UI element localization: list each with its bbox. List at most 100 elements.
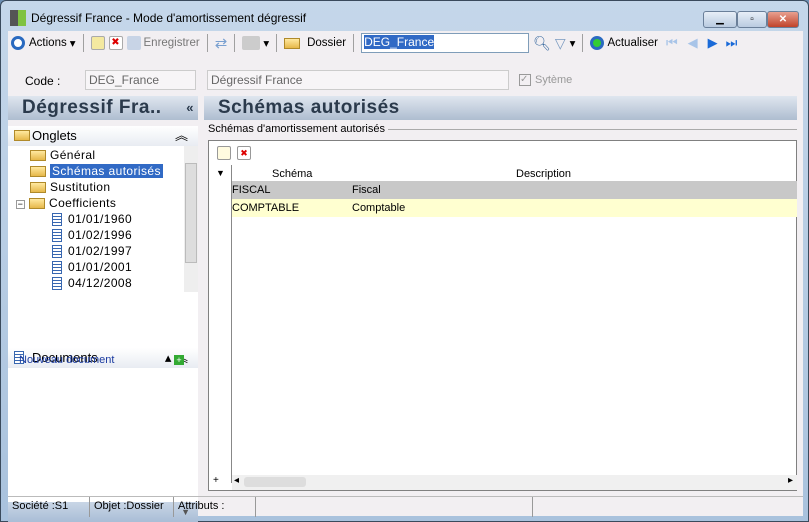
toolbar: Actions ▾ ✖ Enregistrer ⇄ ▾ Dossier DEG_F… [8,31,803,55]
tree-label: Coefficients [49,196,117,210]
resize-grip[interactable] [533,497,803,517]
filter-dropdown[interactable]: ▾ [570,36,576,50]
search-input[interactable]: DEG_France [361,33,530,53]
column-header-schema[interactable]: Schéma [272,168,312,180]
scroll-left-icon[interactable]: ◂ [234,475,239,486]
tree-label: Schémas autorisés [50,164,163,178]
separator [234,34,236,52]
print-button[interactable]: ▾ [242,36,269,50]
tree-item-schemas[interactable]: Schémas autorisés [30,163,163,179]
printer-icon [242,36,261,50]
tree-item-date[interactable]: 01/01/2001 [52,259,132,275]
code-field[interactable]: DEG_France [85,70,196,90]
actions-label: Actions [29,37,67,49]
add-row-icon[interactable] [217,146,231,160]
refresh-button[interactable]: Actualiser [590,36,658,50]
tree-label: Sustitution [50,180,111,194]
save-button[interactable]: Enregistrer [126,36,200,50]
folder-icon [29,198,45,210]
tree-label: 01/02/1996 [68,228,133,242]
status-attributs: Attributs : [174,497,256,517]
window-title: Dégressif France - Mode d'amortissement … [31,11,307,25]
window: Dégressif France - Mode d'amortissement … [0,0,809,522]
document-icon [52,277,62,291]
tree-scrollbar[interactable] [184,146,198,292]
tree-item-date[interactable]: 01/02/1997 [52,243,132,259]
cell-description: Fiscal [352,184,381,196]
left-header-title: Dégressif Fra.. [22,97,162,118]
new-document-link[interactable]: Nouveau document [19,354,114,366]
cell-schema: FISCAL [232,184,271,196]
new-icon[interactable] [90,36,105,50]
folder-icon [30,150,46,162]
tree-label: 01/01/1960 [68,212,133,226]
tree-item-date[interactable]: 01/01/1960 [52,211,132,227]
delete-icon[interactable]: ✖ [108,36,123,50]
save-icon [126,36,141,50]
tabs-tree: Général Schémas autorisés Sustitution − C… [8,146,198,311]
folder-open-icon [30,166,46,178]
checkbox-icon: ✓ [519,74,531,86]
name-field[interactable]: Dégressif France [207,70,509,90]
tree-item-date[interactable]: 01/02/1996 [52,227,132,243]
code-label: Code : [25,74,61,88]
table-row[interactable]: FISCAL Fiscal [232,181,797,199]
tree-item-date[interactable]: 04/12/2008 [52,275,132,291]
tree-label: 04/12/2008 [68,276,133,290]
delete-row-icon[interactable]: ✖ [237,146,251,160]
row-selector-dropdown[interactable]: ▼ [216,168,225,178]
separator [206,34,208,52]
folder-icon [284,37,301,49]
column-header-description[interactable]: Description [516,168,571,180]
scrollbar-thumb[interactable] [244,477,306,487]
status-bar: Société :S1 Objet :Dossier Attributs : [8,496,803,517]
system-checkbox[interactable]: ✓ Sytème [519,74,572,86]
previous-record-icon[interactable]: ◀ [688,35,698,51]
actions-menu[interactable]: Actions ▾ [29,36,76,50]
collapse-section-icon[interactable]: ︽ [175,126,188,146]
save-label: Enregistrer [143,37,200,49]
table-row[interactable]: COMPTABLE Comptable [232,199,797,217]
filter-icon[interactable]: ▽ [555,35,566,52]
horizontal-scrollbar[interactable]: + ◂ ▸ [213,475,797,490]
status-objet: Objet :Dossier [90,497,174,517]
document-icon [52,229,62,243]
tree-item-coefficients[interactable]: − Coefficients [16,195,116,211]
client-area: Actions ▾ ✖ Enregistrer ⇄ ▾ Dossier DEG_F… [8,31,803,522]
tree-label: Général [50,148,96,162]
separator [82,34,84,52]
folder-label: Dossier [307,37,347,49]
folder-button[interactable]: Dossier [284,37,346,49]
tree-label: 01/02/1997 [68,244,133,258]
divider [387,128,797,130]
status-societe: Société :S1 [8,497,90,517]
maximize-button[interactable]: ▫ [737,11,767,28]
target-icon[interactable] [11,36,25,50]
add-icon[interactable]: + [174,355,184,365]
separator [582,34,584,52]
tree-label: 01/01/2001 [68,260,133,274]
left-panel-header: Dégressif Fra.. « [8,96,198,120]
tree-item-substitution[interactable]: Sustitution [30,179,110,195]
schemas-grid: ✖ ▼ Schéma Description FISCAL Fiscal COMP… [208,140,797,491]
minimize-button[interactable]: ▁ [703,11,737,28]
next-record-icon[interactable]: ▶ [708,35,718,51]
document-icon [52,245,62,259]
tabs-section-header[interactable]: Onglets ︽ [8,126,198,146]
scroll-right-icon[interactable]: ▸ [788,475,793,486]
first-record-icon[interactable]: ⏮ [666,35,678,51]
close-button[interactable]: ✕ [767,11,799,28]
folder-icon [14,130,30,141]
left-panel: Onglets ︽ Général Schémas autorisés Susti… [8,126,198,522]
scrollbar-thumb[interactable] [185,163,197,263]
add-icon[interactable]: + [213,475,219,486]
search-value: DEG_France [364,35,435,49]
collapse-icon[interactable]: « [186,96,194,120]
tree-item-general[interactable]: Général [30,147,96,163]
main-header: Schémas autorisés [204,96,797,120]
sync-icon[interactable]: ⇄ [215,34,228,52]
last-record-icon[interactable]: ⏭ [726,35,738,51]
expand-minus-icon[interactable]: − [16,200,25,209]
cell-description: Comptable [352,202,406,214]
search-icon[interactable]: 🔍︎ [533,35,551,52]
